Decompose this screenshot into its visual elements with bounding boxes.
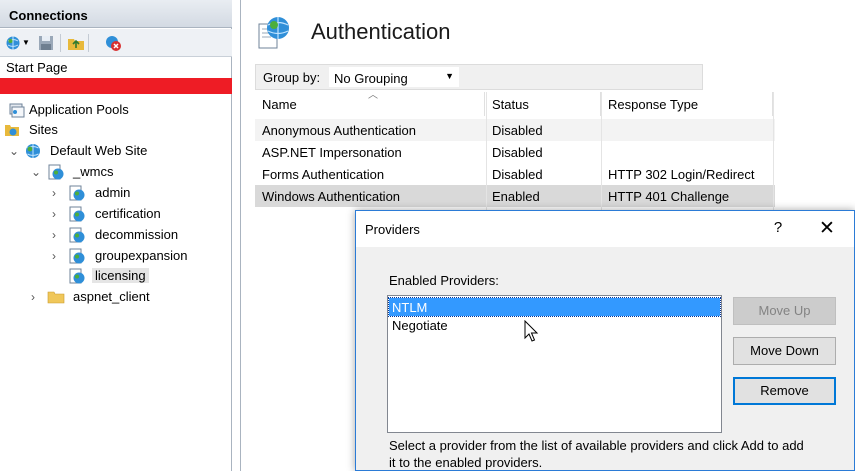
tree-item-application-pools[interactable]: Application Pools <box>0 100 232 120</box>
application-icon <box>68 205 86 223</box>
chevron-expanded-icon[interactable]: ⌄ <box>31 165 43 179</box>
tree-item-decommission[interactable]: › decommission <box>0 225 232 245</box>
group-by-bar: Group by: No Grouping ▼ <box>255 64 703 90</box>
toolbar-separator <box>88 34 89 52</box>
tree-item-label: certification <box>95 206 161 221</box>
tree-item-aspnet-client[interactable]: › aspnet_client <box>0 287 232 307</box>
application-icon <box>68 247 86 265</box>
page-title: Authentication <box>311 19 451 44</box>
application-icon <box>68 267 86 285</box>
tree-item-label: Default Web Site <box>50 143 148 158</box>
help-button[interactable]: ? <box>768 219 788 239</box>
tree-item-groupexpansion[interactable]: › groupexpansion <box>0 246 232 266</box>
close-button[interactable]: ✕ <box>814 218 840 240</box>
column-header-status[interactable]: Status <box>492 92 601 116</box>
column-divider <box>601 92 602 210</box>
connections-pane: Connections ▼ Start Page Application Poo… <box>0 0 232 471</box>
group-by-label: Group by: <box>263 70 321 85</box>
connections-header: Connections <box>0 0 232 28</box>
connections-toolbar: ▼ <box>0 29 232 57</box>
connect-globe-icon[interactable] <box>5 34 23 52</box>
remove-button[interactable]: Remove <box>733 377 836 405</box>
mouse-cursor-icon <box>524 319 540 344</box>
disconnect-icon[interactable] <box>104 34 122 52</box>
tree-item-default-web-site[interactable]: ⌄ Default Web Site <box>0 141 232 161</box>
cell-name: Forms Authentication <box>262 167 385 182</box>
table-row[interactable]: Forms Authentication Disabled HTTP 302 L… <box>255 163 775 185</box>
table-row[interactable]: Anonymous Authentication Disabled <box>255 119 775 141</box>
application-icon <box>68 184 86 202</box>
tree-item-admin[interactable]: › admin <box>0 183 232 203</box>
folder-icon <box>47 288 65 306</box>
cell-name: Windows Authentication <box>262 189 401 204</box>
redaction-bar <box>0 78 232 94</box>
list-item[interactable]: Negotiate <box>389 316 720 334</box>
cell-response-type: HTTP 302 Login/Redirect <box>608 167 755 182</box>
chevron-down-icon[interactable]: ▼ <box>22 38 30 56</box>
tree-item-start-page[interactable]: Start Page <box>0 58 232 78</box>
tree-item-label: licensing <box>92 268 149 283</box>
cell-status: Disabled <box>492 167 543 182</box>
tree-item-wmcs[interactable]: ⌄ _wmcs <box>0 162 232 182</box>
save-icon[interactable] <box>37 34 55 52</box>
tree-item-label: groupexpansion <box>95 248 188 263</box>
cell-name: ASP.NET Impersonation <box>262 145 402 160</box>
group-by-dropdown[interactable]: No Grouping ▼ <box>329 67 459 87</box>
move-up-button[interactable]: Move Up <box>733 297 836 325</box>
toolbar-separator <box>60 34 61 52</box>
tree-item-label: Sites <box>29 122 58 137</box>
cell-status: Enabled <box>492 189 540 204</box>
tree-item-label: decommission <box>95 227 179 242</box>
authentication-feature-icon <box>255 14 293 52</box>
chevron-down-icon: ▼ <box>445 71 454 81</box>
enabled-providers-list[interactable]: NTLM Negotiate <box>387 295 722 433</box>
list-item-selected[interactable]: NTLM <box>388 297 721 317</box>
chevron-right-icon[interactable]: › <box>52 228 64 242</box>
dialog-title: Providers <box>365 222 420 237</box>
dialog-hint-text: Select a provider from the list of avail… <box>389 438 804 470</box>
column-header-name[interactable]: Name <box>262 92 485 116</box>
tree-item-label: _wmcs <box>73 164 114 179</box>
chevron-right-icon[interactable]: › <box>31 290 43 304</box>
table-row[interactable]: ASP.NET Impersonation Disabled <box>255 141 775 163</box>
folder-up-icon[interactable] <box>67 34 85 52</box>
tree-item-label: Application Pools <box>29 102 129 117</box>
providers-dialog: Providers ? ✕ Enabled Providers: NTLM Ne… <box>355 210 855 471</box>
tree-item-licensing[interactable]: licensing <box>0 266 232 286</box>
column-divider <box>486 92 487 210</box>
cell-status: Disabled <box>492 145 543 160</box>
chevron-right-icon[interactable]: › <box>52 207 64 221</box>
tree-item-label: aspnet_client <box>73 289 150 304</box>
dialog-titlebar: Providers ? ✕ <box>356 211 854 247</box>
column-divider <box>773 92 774 210</box>
table-row-selected[interactable]: Windows Authentication Enabled HTTP 401 … <box>255 185 775 207</box>
column-header-response-type[interactable]: Response Type <box>608 92 773 116</box>
chevron-right-icon[interactable]: › <box>52 186 64 200</box>
tree-item-label: admin <box>95 185 131 200</box>
application-icon <box>68 226 86 244</box>
move-down-button[interactable]: Move Down <box>733 337 836 365</box>
chevron-expanded-icon[interactable]: ⌄ <box>9 144 21 158</box>
tree-item-sites[interactable]: Sites <box>0 120 232 140</box>
cell-name: Anonymous Authentication <box>262 123 416 138</box>
sites-folder-icon <box>4 121 22 139</box>
group-by-value: No Grouping <box>334 71 408 86</box>
tree-item-certification[interactable]: › certification <box>0 204 232 224</box>
chevron-right-icon[interactable]: › <box>52 249 64 263</box>
enabled-providers-label: Enabled Providers: <box>389 273 499 288</box>
cell-response-type: HTTP 401 Challenge <box>608 189 730 204</box>
cell-status: Disabled <box>492 123 543 138</box>
globe-icon <box>24 142 42 160</box>
application-icon <box>47 163 65 181</box>
application-pools-icon <box>8 101 26 119</box>
